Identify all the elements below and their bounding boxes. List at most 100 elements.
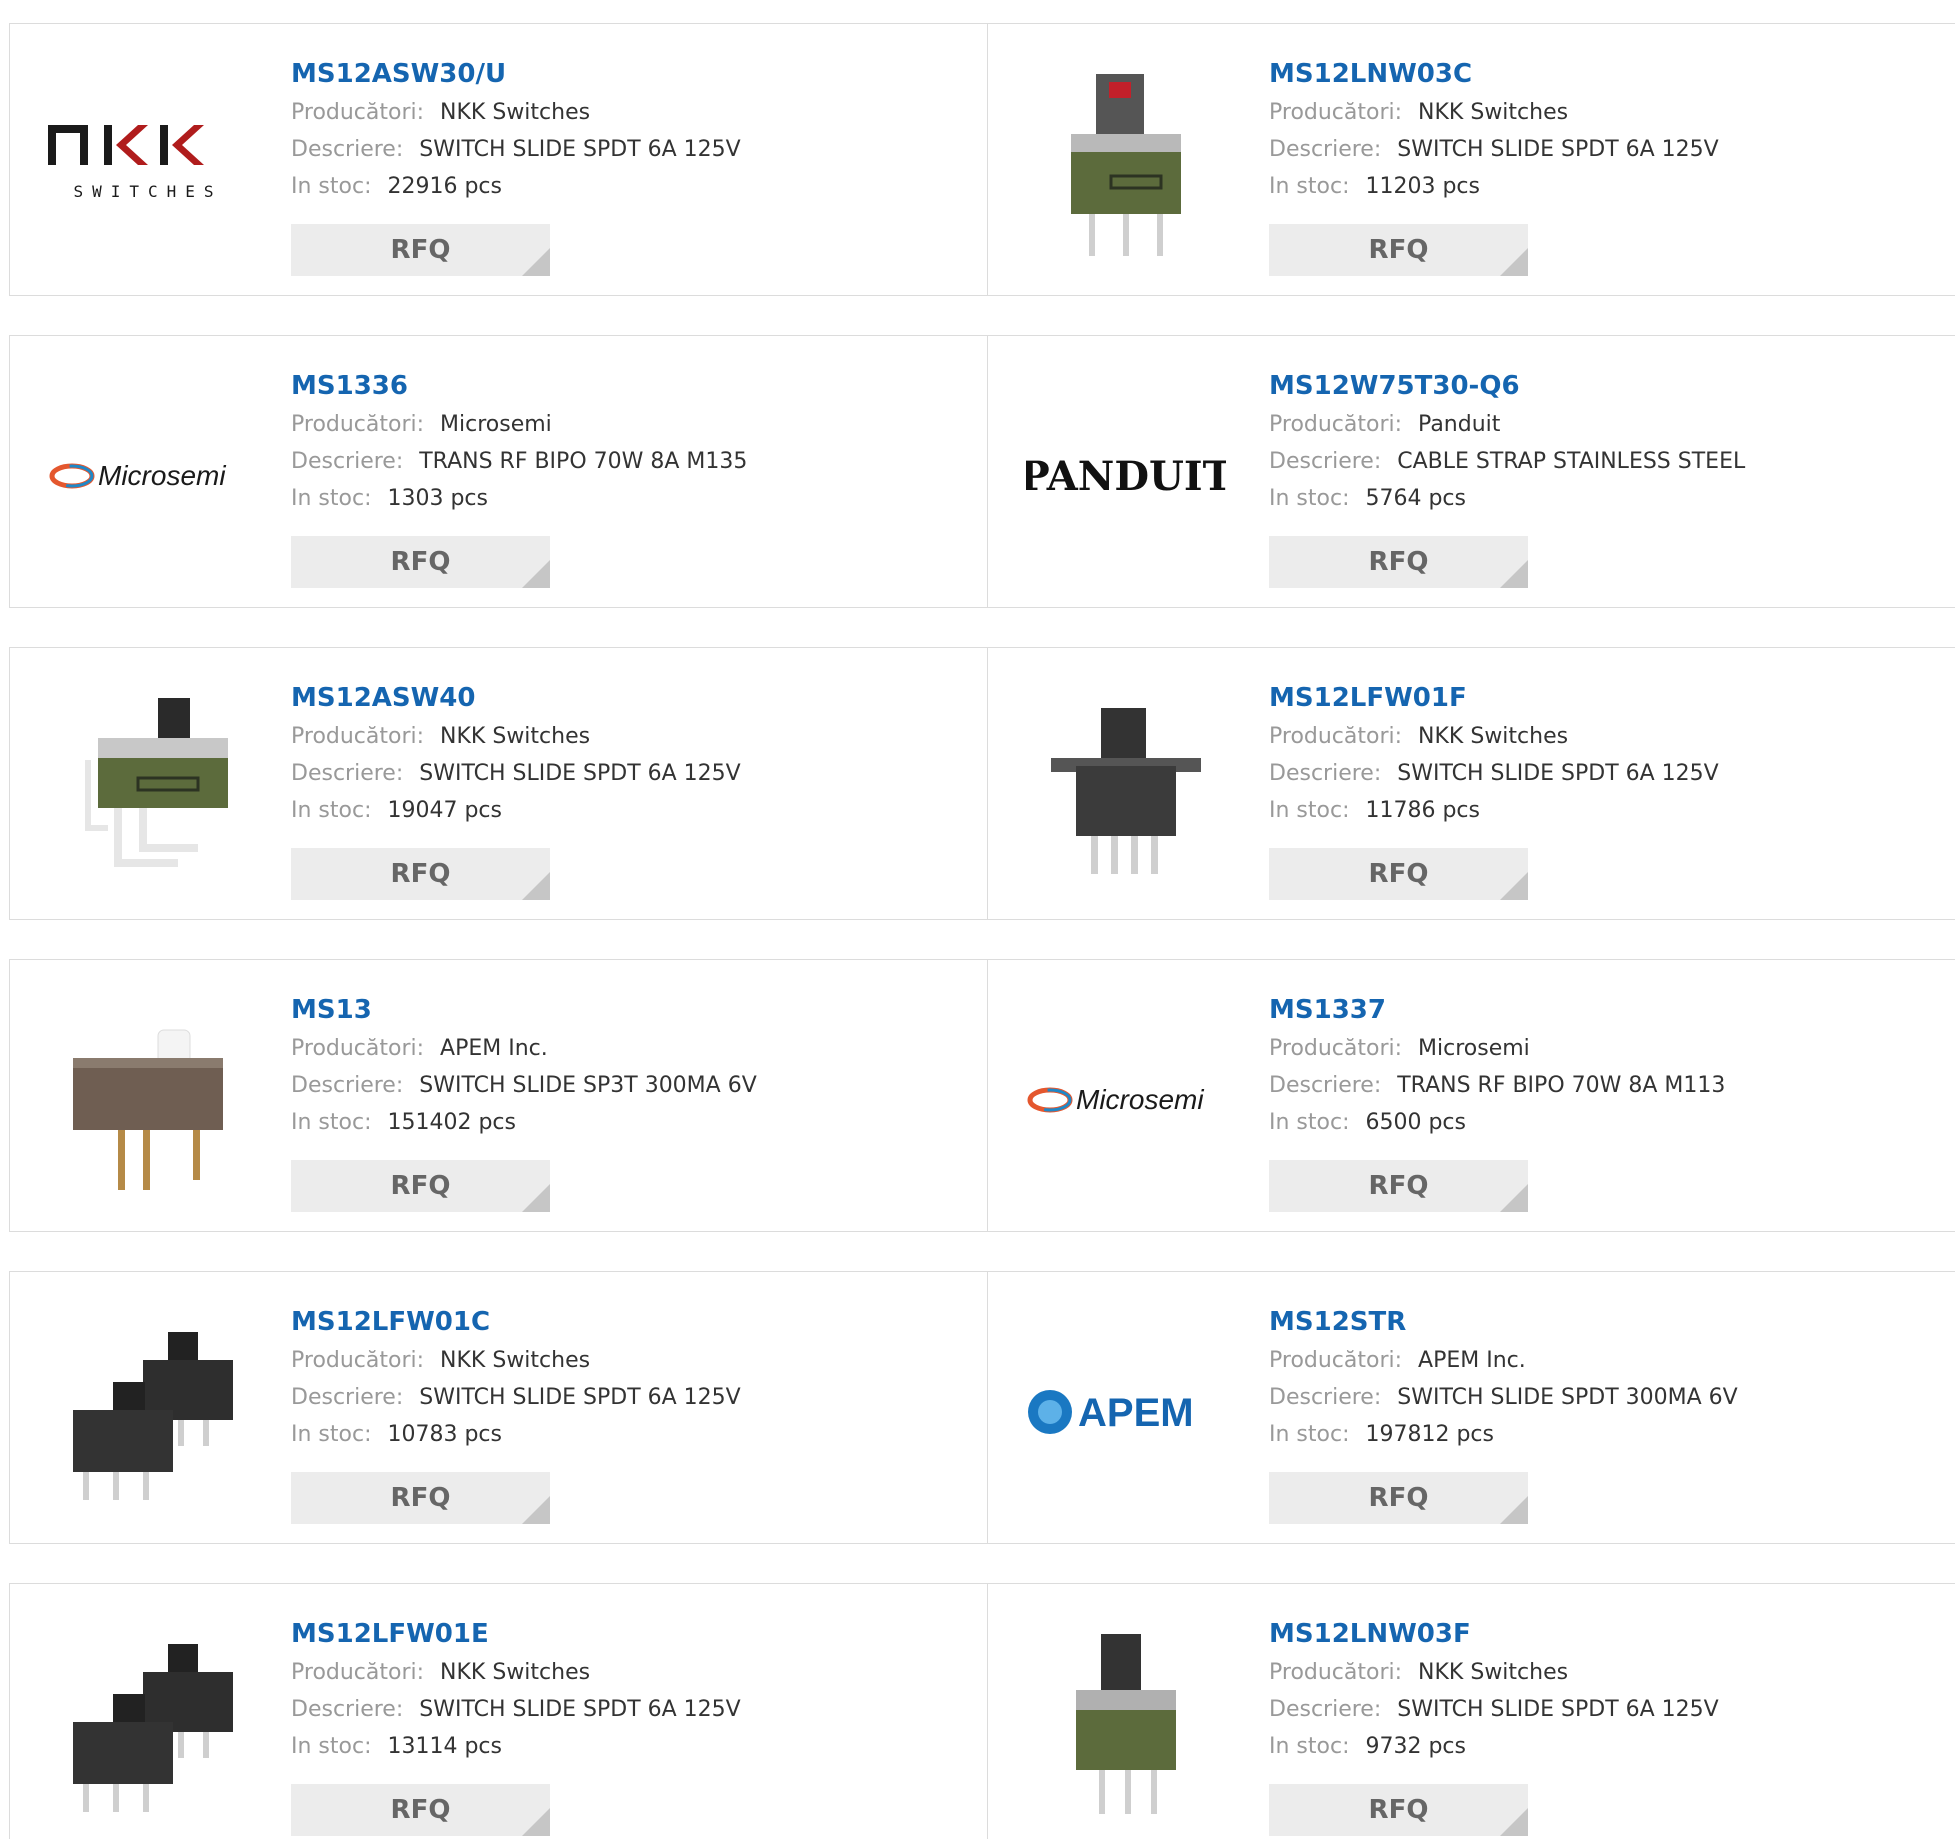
manufacturer-value: NKK Switches <box>440 1660 591 1685</box>
description-line: Descriere: SWITCH SLIDE SPDT 6A 125V <box>291 1691 741 1728</box>
manufacturer-line: Producători: APEM Inc. <box>291 1030 757 1067</box>
manufacturer-line: Producători: NKK Switches <box>1269 718 1719 755</box>
product-row: SWITCHES MS12ASW30/U Producători: NKK Swi… <box>9 23 1955 296</box>
stock-value: 19047 pcs <box>387 798 502 823</box>
panduit-logo[interactable]: PANDUIT <box>1026 376 1226 576</box>
stock-line: In stoc: 9732 pcs <box>1269 1728 1719 1765</box>
product-image[interactable] <box>48 1624 248 1824</box>
nkk-logo[interactable]: SWITCHES <box>48 64 248 264</box>
rfq-button[interactable]: RFQ <box>291 1472 550 1524</box>
product-image[interactable] <box>1026 688 1226 888</box>
stock-line: In stoc: 5764 pcs <box>1269 480 1745 517</box>
description-line: Descriere: SWITCH SLIDE SP3T 300MA 6V <box>291 1067 757 1104</box>
product-image[interactable] <box>48 1000 248 1200</box>
product-card: MS13 Producători: APEM Inc. Descriere: SWI… <box>10 960 988 1231</box>
manufacturer-label: Producători: <box>291 412 425 437</box>
product-image[interactable] <box>48 688 248 888</box>
manufacturer-line: Producători: Microsemi <box>1269 1030 1725 1067</box>
stock-value: 6500 pcs <box>1365 1110 1466 1135</box>
microsemi-logo[interactable]: Microsemi <box>48 376 248 576</box>
corner-triangle-icon <box>522 872 550 900</box>
microsemi-logo[interactable]: Microsemi <box>1026 1000 1226 1200</box>
part-number-link[interactable]: MS13 <box>291 990 757 1030</box>
description-line: Descriere: SWITCH SLIDE SPDT 6A 125V <box>291 1379 741 1416</box>
part-number-link[interactable]: MS12LNW03C <box>1269 54 1719 94</box>
rfq-button[interactable]: RFQ <box>1269 1160 1528 1212</box>
manufacturer-value: APEM Inc. <box>440 1036 548 1061</box>
rfq-label: RFQ <box>1368 859 1429 889</box>
description-label: Descriere: <box>1269 1385 1382 1410</box>
description-value: SWITCH SLIDE SPDT 300MA 6V <box>1397 1385 1738 1410</box>
rfq-button[interactable]: RFQ <box>1269 848 1528 900</box>
rfq-button[interactable]: RFQ <box>291 536 550 588</box>
corner-triangle-icon <box>1500 1808 1528 1836</box>
manufacturer-line: Producători: APEM Inc. <box>1269 1342 1738 1379</box>
part-number-link[interactable]: MS12ASW30/U <box>291 54 741 94</box>
description-line: Descriere: SWITCH SLIDE SPDT 6A 125V <box>291 755 741 792</box>
manufacturer-value: Microsemi <box>440 412 552 437</box>
rfq-label: RFQ <box>390 547 451 577</box>
rfq-button[interactable]: RFQ <box>1269 1472 1528 1524</box>
product-image[interactable] <box>1026 64 1226 264</box>
manufacturer-line: Producători: NKK Switches <box>291 718 741 755</box>
manufacturer-line: Producători: NKK Switches <box>1269 94 1719 131</box>
part-number-link[interactable]: MS12ASW40 <box>291 678 741 718</box>
stock-value: 5764 pcs <box>1365 486 1466 511</box>
stock-line: In stoc: 197812 pcs <box>1269 1416 1738 1453</box>
stock-line: In stoc: 19047 pcs <box>291 792 741 829</box>
description-value: CABLE STRAP STAINLESS STEEL <box>1397 449 1746 474</box>
stock-line: In stoc: 22916 pcs <box>291 168 741 205</box>
rfq-button[interactable]: RFQ <box>1269 224 1528 276</box>
description-label: Descriere: <box>1269 137 1382 162</box>
rfq-label: RFQ <box>390 1483 451 1513</box>
description-label: Descriere: <box>1269 1073 1382 1098</box>
part-number-link[interactable]: MS12STR <box>1269 1302 1738 1342</box>
apem-logo[interactable]: APEM <box>1026 1312 1226 1512</box>
description-line: Descriere: TRANS RF BIPO 70W 8A M135 <box>291 443 747 480</box>
product-image[interactable] <box>1026 1624 1226 1824</box>
rfq-label: RFQ <box>1368 1483 1429 1513</box>
manufacturer-label: Producători: <box>291 1660 425 1685</box>
manufacturer-line: Producători: NKK Switches <box>291 1654 741 1691</box>
corner-triangle-icon <box>1500 1496 1528 1524</box>
description-label: Descriere: <box>291 137 404 162</box>
product-row: MS12ASW40 Producători: NKK Switches Descr… <box>9 647 1955 920</box>
stock-line: In stoc: 1303 pcs <box>291 480 747 517</box>
product-image[interactable] <box>48 1312 248 1512</box>
rfq-button[interactable]: RFQ <box>291 1784 550 1836</box>
rfq-label: RFQ <box>390 1795 451 1825</box>
corner-triangle-icon <box>522 1808 550 1836</box>
stock-label: In stoc: <box>291 174 372 199</box>
stock-value: 10783 pcs <box>387 1422 502 1447</box>
stock-value: 9732 pcs <box>1365 1734 1466 1759</box>
rfq-button[interactable]: RFQ <box>1269 536 1528 588</box>
description-line: Descriere: SWITCH SLIDE SPDT 6A 125V <box>1269 1691 1719 1728</box>
manufacturer-value: NKK Switches <box>440 1348 591 1373</box>
manufacturer-value: NKK Switches <box>1418 100 1569 125</box>
description-value: SWITCH SLIDE SPDT 6A 125V <box>419 761 741 786</box>
stock-label: In stoc: <box>291 486 372 511</box>
part-number-link[interactable]: MS12LFW01E <box>291 1614 741 1654</box>
stock-label: In stoc: <box>291 1110 372 1135</box>
part-number-link[interactable]: MS1337 <box>1269 990 1725 1030</box>
rfq-button[interactable]: RFQ <box>1269 1784 1528 1836</box>
product-card: APEM MS12STR Producători: APEM Inc. Descr… <box>988 1272 1955 1543</box>
description-line: Descriere: CABLE STRAP STAINLESS STEEL <box>1269 443 1745 480</box>
product-card: MS12LNW03C Producători: NKK Switches Desc… <box>988 24 1955 295</box>
part-number-link[interactable]: MS12LNW03F <box>1269 1614 1719 1654</box>
rfq-button[interactable]: RFQ <box>291 224 550 276</box>
manufacturer-label: Producători: <box>291 100 425 125</box>
manufacturer-label: Producători: <box>1269 1348 1403 1373</box>
manufacturer-label: Producători: <box>1269 412 1403 437</box>
manufacturer-label: Producători: <box>1269 1660 1403 1685</box>
part-number-link[interactable]: MS12LFW01C <box>291 1302 741 1342</box>
rfq-button[interactable]: RFQ <box>291 1160 550 1212</box>
part-number-link[interactable]: MS1336 <box>291 366 747 406</box>
stock-line: In stoc: 11786 pcs <box>1269 792 1719 829</box>
part-number-link[interactable]: MS12LFW01F <box>1269 678 1719 718</box>
description-label: Descriere: <box>1269 761 1382 786</box>
product-row: MS13 Producători: APEM Inc. Descriere: SWI… <box>9 959 1955 1232</box>
stock-value: 197812 pcs <box>1365 1422 1494 1447</box>
rfq-button[interactable]: RFQ <box>291 848 550 900</box>
part-number-link[interactable]: MS12W75T30-Q6 <box>1269 366 1745 406</box>
